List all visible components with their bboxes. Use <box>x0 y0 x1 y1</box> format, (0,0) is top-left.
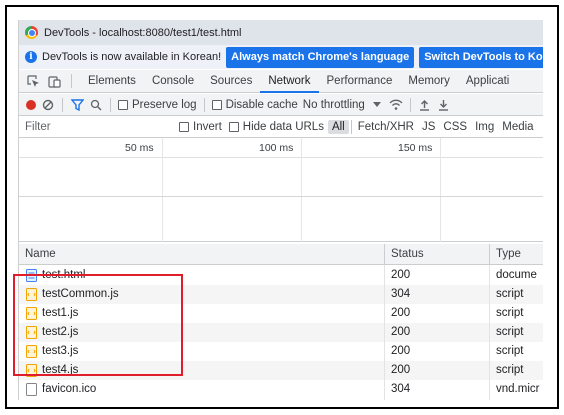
hide-data-urls-label: Hide data URLs <box>242 120 324 133</box>
invert-checkbox[interactable]: Invert <box>179 121 222 133</box>
request-status: 304 <box>391 288 411 300</box>
tab-elements[interactable]: Elements <box>80 70 144 93</box>
filter-bar: Invert Hide data URLs All Fetch/XHR JS C… <box>19 116 543 138</box>
filter-funnel-icon[interactable] <box>70 98 84 112</box>
request-status: 200 <box>391 269 411 281</box>
wifi-settings-icon[interactable] <box>389 98 403 112</box>
export-har-icon[interactable] <box>437 98 451 112</box>
import-har-icon[interactable] <box>418 98 432 112</box>
request-type: script <box>496 307 524 319</box>
record-icon[interactable] <box>26 99 36 110</box>
network-toolbar: Preserve log Disable cache No throttling <box>19 94 543 116</box>
throttling-select[interactable]: No throttling <box>303 99 365 111</box>
invert-label: Invert <box>193 120 222 133</box>
disable-cache-checkbox[interactable]: Disable cache <box>211 98 298 111</box>
checkbox-box[interactable] <box>228 121 239 132</box>
type-filter-img[interactable]: Img <box>471 121 498 133</box>
column-header-type[interactable]: Type <box>489 244 543 265</box>
device-toolbar-icon[interactable] <box>47 74 61 88</box>
column-divider <box>384 265 385 400</box>
request-type: script <box>496 326 524 338</box>
highlight-annotation-box <box>13 274 183 376</box>
disable-cache-label: Disable cache <box>225 98 298 111</box>
type-filter-media[interactable]: Media <box>498 121 537 133</box>
preserve-log-label: Preserve log <box>132 98 197 111</box>
match-language-button[interactable]: Always match Chrome's language <box>226 46 415 68</box>
table-header: Name Status Type <box>19 244 543 265</box>
hide-data-urls-checkbox[interactable]: Hide data URLs <box>228 120 324 133</box>
tab-console[interactable]: Console <box>144 70 202 93</box>
window-title: DevTools - localhost:8080/test1/test.htm… <box>44 26 242 39</box>
column-divider <box>489 265 490 400</box>
toolbar-divider <box>62 97 63 112</box>
info-icon: i <box>25 51 37 63</box>
blank-file-icon <box>26 383 37 396</box>
search-icon[interactable] <box>89 98 103 112</box>
title-bar: DevTools - localhost:8080/test1/test.htm… <box>19 20 543 45</box>
panel-tabs: Elements Console Sources Network Perform… <box>19 70 543 93</box>
timeline-gridline <box>440 138 441 242</box>
request-status: 200 <box>391 307 411 319</box>
filter-input[interactable] <box>19 117 179 136</box>
column-header-name[interactable]: Name <box>19 244 384 265</box>
tab-application[interactable]: Applicati <box>458 70 517 93</box>
inspect-element-icon[interactable] <box>26 74 40 88</box>
type-filter-fetch-xhr[interactable]: Fetch/XHR <box>354 121 418 133</box>
request-type: script <box>496 364 524 376</box>
request-status: 200 <box>391 364 411 376</box>
request-name: favicon.ico <box>42 383 97 395</box>
filter-divider <box>350 119 352 134</box>
network-overview-timeline[interactable]: 50 ms 100 ms 150 ms <box>19 138 543 242</box>
request-type: script <box>496 345 524 357</box>
timeline-label-100ms: 100 ms <box>259 142 294 154</box>
request-name-cell: favicon.ico <box>26 380 381 399</box>
language-infobar: i DevTools is now available in Korean! A… <box>19 45 543 69</box>
switch-language-button[interactable]: Switch DevTools to Korea <box>419 46 543 68</box>
type-filter-css[interactable]: CSS <box>439 121 471 133</box>
timeline-divider <box>19 196 543 197</box>
tab-divider <box>71 74 72 88</box>
column-header-status[interactable]: Status <box>384 244 489 265</box>
type-filter-js[interactable]: JS <box>418 121 439 133</box>
request-type: vnd.micr <box>496 383 540 395</box>
checkbox-box[interactable] <box>211 99 222 110</box>
chrome-logo-icon <box>25 26 38 39</box>
request-status: 304 <box>391 383 411 395</box>
type-filter-all[interactable]: All <box>327 119 349 134</box>
chevron-down-icon[interactable] <box>370 98 384 112</box>
timeline-gridline <box>301 138 302 242</box>
tab-performance[interactable]: Performance <box>319 70 401 93</box>
preserve-log-checkbox[interactable]: Preserve log <box>118 99 197 111</box>
checkbox-box[interactable] <box>118 99 128 110</box>
toolbar-divider <box>203 97 205 112</box>
request-type: script <box>496 288 524 300</box>
request-status: 200 <box>391 326 411 338</box>
table-row[interactable]: favicon.ico 304 vnd.micr <box>19 380 543 399</box>
timeline-label-150ms: 150 ms <box>398 142 433 154</box>
toolbar-divider <box>110 97 111 112</box>
request-status: 200 <box>391 345 411 357</box>
timeline-gridline <box>162 138 163 242</box>
tab-sources[interactable]: Sources <box>202 70 260 93</box>
tab-network[interactable]: Network <box>260 70 319 93</box>
toolbar-divider <box>409 97 411 112</box>
clear-icon[interactable] <box>41 98 55 112</box>
timeline-label-50ms: 50 ms <box>125 142 154 154</box>
checkbox-box[interactable] <box>179 121 189 132</box>
request-type: docume <box>496 269 537 281</box>
infobar-message: DevTools is now available in Korean! <box>42 51 222 63</box>
screenshot-frame: DevTools - localhost:8080/test1/test.htm… <box>5 5 559 409</box>
tab-memory[interactable]: Memory <box>400 70 458 93</box>
